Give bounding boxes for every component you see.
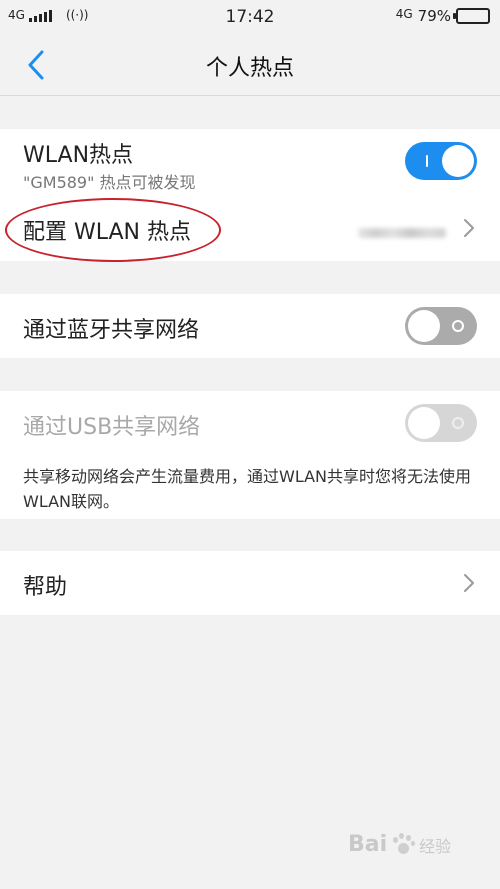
help-row[interactable]: 帮助 <box>0 551 500 615</box>
toggle-knob <box>408 407 440 439</box>
toggle-knob <box>442 145 474 177</box>
usb-tethering-title: 通过USB共享网络 <box>23 415 201 440</box>
battery-icon <box>453 8 490 24</box>
paw-icon <box>391 832 416 857</box>
status-right: 4G 79% <box>396 7 490 25</box>
bluetooth-tethering-toggle[interactable] <box>405 307 477 345</box>
toggle-off-mark <box>452 417 464 429</box>
battery-percent: 79% <box>417 7 451 25</box>
wlan-hotspot-subtitle: "GM589" 热点可被发现 <box>23 173 196 192</box>
bluetooth-tethering-title: 通过蓝牙共享网络 <box>23 318 200 343</box>
hotspot-name-value-blurred <box>358 228 446 238</box>
toggle-on-mark <box>426 155 428 167</box>
toggle-knob <box>408 310 440 342</box>
usb-tethering-row: 通过USB共享网络 <box>0 391 500 455</box>
tethering-note: 共享移动网络会产生流量费用，通过WLAN共享时您将无法使用WLAN联网。 <box>23 467 472 511</box>
header: 个人热点 <box>0 34 500 96</box>
baidu-jingyan-watermark: Bai 经验 <box>348 832 451 857</box>
page-title: 个人热点 <box>205 56 294 81</box>
status-bar: 4G ((·)) 17:42 4G 79% <box>0 0 500 34</box>
annotation-ellipse <box>5 198 221 262</box>
usb-tethering-toggle <box>405 404 477 442</box>
wlan-hotspot-row[interactable]: WLAN热点 "GM589" 热点可被发现 <box>0 129 500 195</box>
watermark-brand: Bai <box>348 832 388 857</box>
network-type-right: 4G <box>395 7 413 21</box>
wlan-hotspot-toggle[interactable] <box>405 142 477 180</box>
help-title: 帮助 <box>23 575 68 600</box>
chevron-right-icon <box>464 574 474 592</box>
chevron-right-icon <box>464 219 474 237</box>
wlan-hotspot-title: WLAN热点 <box>23 143 134 168</box>
bluetooth-tethering-row[interactable]: 通过蓝牙共享网络 <box>0 294 500 358</box>
watermark-suffix: 经验 <box>419 836 452 856</box>
toggle-off-mark <box>452 320 464 332</box>
